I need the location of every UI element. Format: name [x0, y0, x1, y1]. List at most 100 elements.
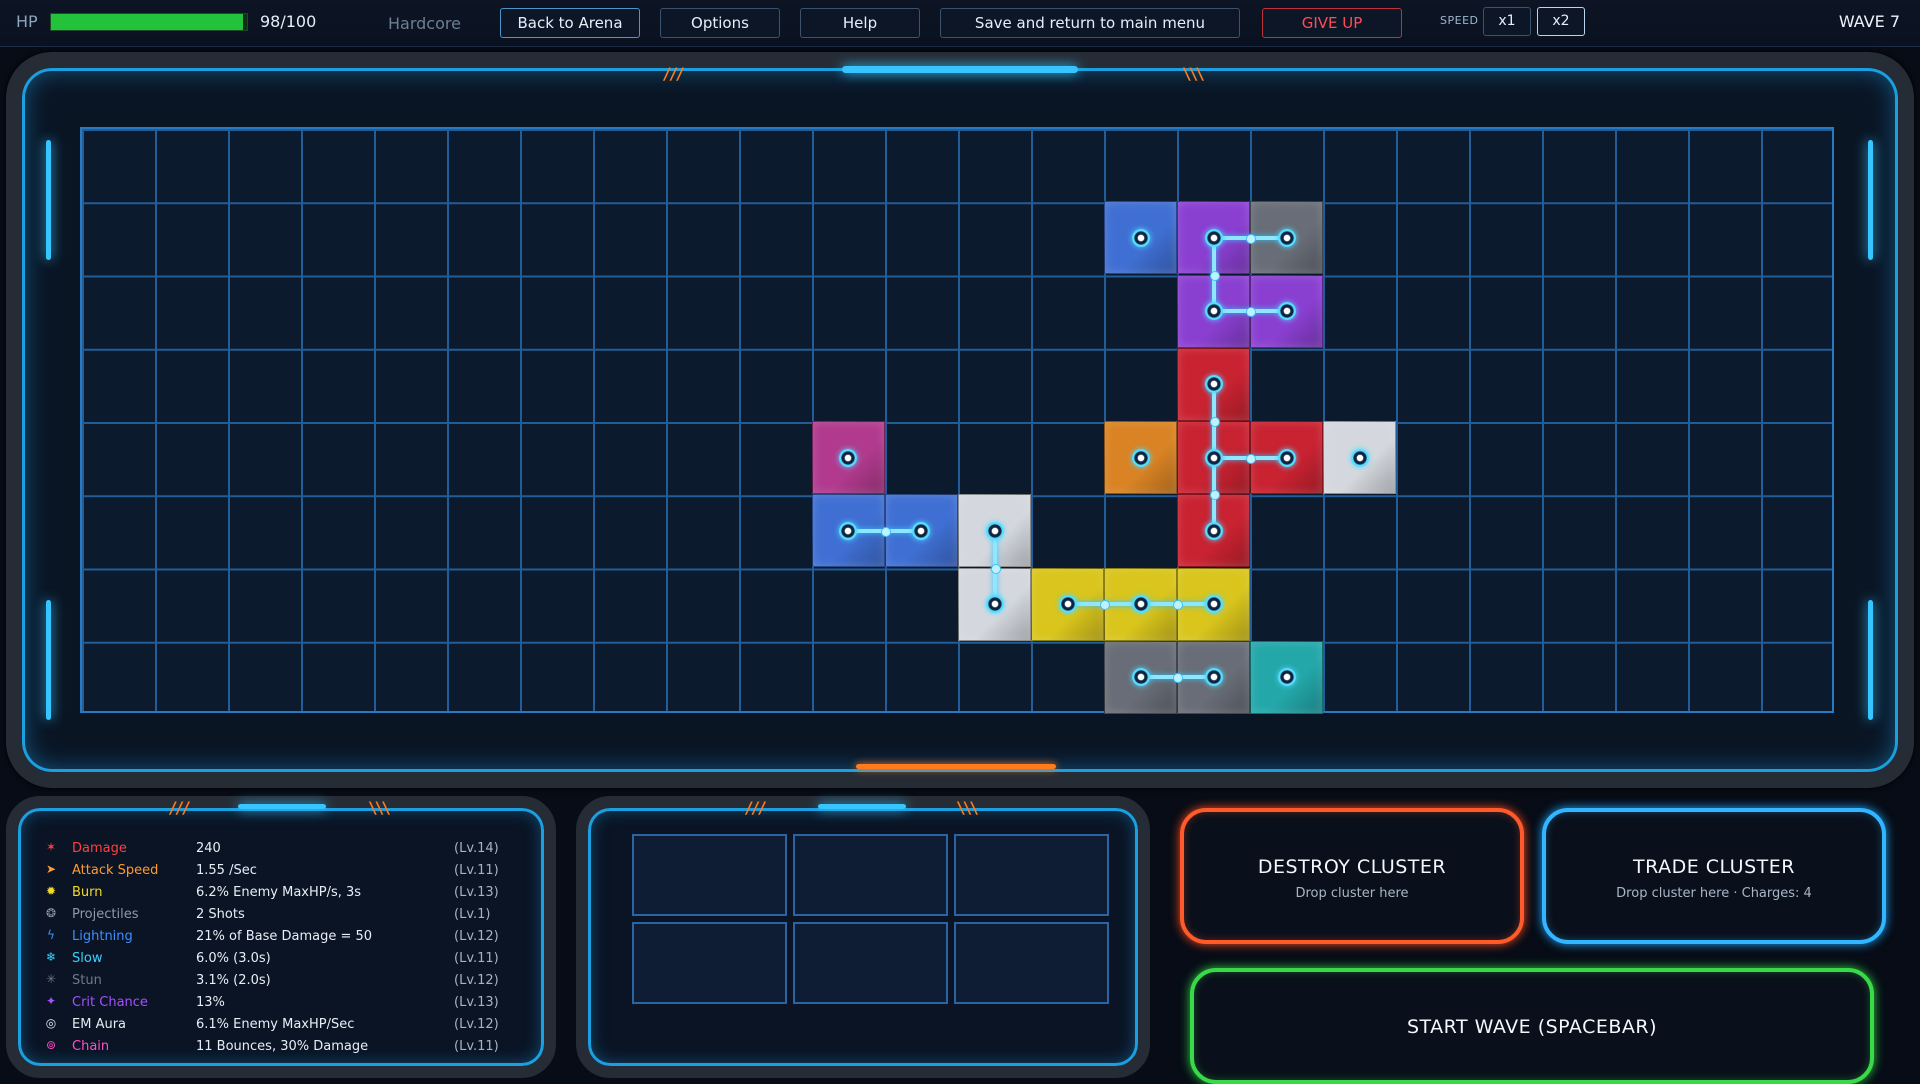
stat-level: (Lv.12)	[454, 973, 499, 988]
frame-top-light	[842, 66, 1078, 73]
inventory-slots	[620, 828, 1109, 1004]
stat-name: EM Aura	[72, 1017, 127, 1032]
tower-tile-yellow[interactable]	[1177, 567, 1251, 641]
stat-level: (Lv.13)	[454, 995, 499, 1010]
stat-value: 2 Shots	[196, 907, 245, 922]
tower-tile-red[interactable]	[1250, 421, 1324, 494]
inventory-slot[interactable]	[954, 922, 1109, 1004]
stun-icon: ✳	[45, 972, 57, 986]
start-wave-button[interactable]: START WAVE (SPACEBAR)	[1190, 968, 1874, 1084]
tower-tile-purple[interactable]	[1177, 274, 1251, 348]
stat-level: (Lv.13)	[454, 885, 499, 900]
wave-counter: WAVE 7	[1838, 12, 1900, 31]
tower-tile-white[interactable]	[1323, 421, 1397, 494]
destroy-cluster-title: DESTROY CLUSTER	[1257, 856, 1447, 878]
stat-row-slow: ❄ Slow 6.0% (3.0s) (Lv.11)	[36, 948, 506, 970]
frame-right-light-lower	[1868, 600, 1873, 720]
inventory-slot[interactable]	[954, 834, 1109, 916]
tower-tile-magenta[interactable]	[811, 421, 885, 494]
destroy-cluster-dropzone[interactable]: DESTROY CLUSTER Drop cluster here	[1180, 808, 1524, 944]
save-and-return-button[interactable]: Save and return to main menu	[940, 8, 1240, 38]
stat-value: 3.1% (2.0s)	[196, 973, 271, 988]
tower-tile-gray[interactable]	[1104, 640, 1178, 714]
stat-value: 21% of Base Damage = 50	[196, 929, 373, 944]
tower-tile-red[interactable]	[1177, 347, 1251, 421]
inventory-slot[interactable]	[632, 834, 787, 916]
attack-speed-icon: ➤	[45, 862, 57, 876]
stat-name: Attack Speed	[72, 863, 159, 878]
stat-name: Burn	[72, 885, 103, 900]
stat-level: (Lv.12)	[454, 929, 499, 944]
damage-icon: ✶	[45, 840, 57, 854]
stat-level: (Lv.12)	[454, 1017, 499, 1032]
tower-tile-yellow[interactable]	[1031, 567, 1105, 641]
trade-cluster-hint: Drop cluster here · Charges: 4	[1616, 886, 1812, 901]
speed-label: SPEED	[1440, 14, 1479, 27]
stat-name: Crit Chance	[72, 995, 148, 1010]
stat-name: Projectiles	[72, 907, 139, 922]
inventory-chevron-left-icon: ///	[744, 798, 767, 817]
chain-icon: ⊚	[45, 1038, 57, 1052]
tower-tile-purple[interactable]	[1177, 201, 1251, 275]
tower-tile-teal[interactable]	[1250, 640, 1324, 714]
stat-name: Damage	[72, 841, 127, 856]
lightning-icon: ϟ	[47, 928, 55, 942]
stat-value: 6.2% Enemy MaxHP/s, 3s	[196, 885, 362, 900]
stat-level: (Lv.11)	[454, 951, 499, 966]
tower-tile-gray[interactable]	[1250, 201, 1324, 275]
hp-value: 98/100	[260, 12, 317, 31]
tower-tile-gray[interactable]	[1177, 640, 1251, 714]
stat-value: 13%	[196, 995, 225, 1010]
tower-tile-white[interactable]	[957, 494, 1031, 568]
tower-tile-blue[interactable]	[811, 494, 885, 568]
trade-cluster-dropzone[interactable]: TRADE CLUSTER Drop cluster here · Charge…	[1542, 808, 1886, 944]
inventory-panel-light	[818, 804, 906, 809]
em-aura-icon: ◎	[45, 1016, 57, 1030]
help-button[interactable]: Help	[800, 8, 920, 38]
inventory-slot[interactable]	[793, 922, 948, 1004]
stat-level: (Lv.14)	[454, 841, 499, 856]
back-to-arena-button[interactable]: Back to Arena	[500, 8, 640, 38]
frame-left-light	[46, 140, 51, 260]
frame-chevron-right-icon: \\\	[1182, 64, 1205, 83]
stats-chevron-right-icon: \\\	[368, 798, 391, 817]
speed-x1-button[interactable]: x1	[1483, 7, 1531, 36]
tower-tile-red[interactable]	[1177, 494, 1251, 568]
options-button[interactable]: Options	[660, 8, 780, 38]
stat-name: Slow	[72, 951, 103, 966]
stat-value: 1.55 /Sec	[196, 863, 257, 878]
stat-row-lightning: ϟ Lightning 21% of Base Damage = 50 (Lv.12)	[36, 926, 506, 948]
trade-cluster-title: TRADE CLUSTER	[1633, 856, 1795, 878]
stat-row-damage: ✶ Damage 240 (Lv.14)	[36, 838, 506, 860]
stat-value: 11 Bounces, 30% Damage	[196, 1039, 369, 1054]
projectiles-icon: ❂	[45, 906, 57, 920]
stat-level: (Lv.11)	[454, 863, 499, 878]
stat-value: 6.0% (3.0s)	[196, 951, 271, 966]
inventory-chevron-right-icon: \\\	[956, 798, 979, 817]
speed-x2-button[interactable]: x2	[1537, 7, 1585, 36]
stat-row-attack-speed: ➤ Attack Speed 1.55 /Sec (Lv.11)	[36, 860, 506, 882]
stat-row-stun: ✳ Stun 3.1% (2.0s) (Lv.12)	[36, 970, 506, 992]
stat-name: Chain	[72, 1039, 110, 1054]
tower-tile-blue[interactable]	[1104, 201, 1178, 275]
stat-row-em-aura: ◎ EM Aura 6.1% Enemy MaxHP/Sec (Lv.12)	[36, 1014, 506, 1036]
tower-tile-purple[interactable]	[1250, 274, 1324, 348]
tower-tile-white[interactable]	[957, 567, 1031, 641]
tower-tile-orange[interactable]	[1104, 421, 1178, 494]
hp-bar-fill	[51, 14, 244, 30]
stat-name: Stun	[72, 973, 102, 988]
give-up-button[interactable]: GIVE UP	[1262, 8, 1402, 38]
tower-tile-blue[interactable]	[884, 494, 958, 568]
slow-icon: ❄	[45, 950, 57, 964]
hp-label: HP	[16, 12, 38, 31]
tower-tile-red[interactable]	[1177, 421, 1251, 494]
frame-left-light-lower	[46, 600, 51, 720]
stat-value: 240	[196, 841, 221, 856]
frame-right-light	[1868, 140, 1873, 260]
inventory-slot[interactable]	[632, 922, 787, 1004]
inventory-slot[interactable]	[793, 834, 948, 916]
frame-bottom-light	[856, 764, 1056, 769]
stats-panel-light	[238, 804, 326, 809]
stat-row-burn: ✹ Burn 6.2% Enemy MaxHP/s, 3s (Lv.13)	[36, 882, 506, 904]
tower-tile-yellow[interactable]	[1104, 567, 1178, 641]
